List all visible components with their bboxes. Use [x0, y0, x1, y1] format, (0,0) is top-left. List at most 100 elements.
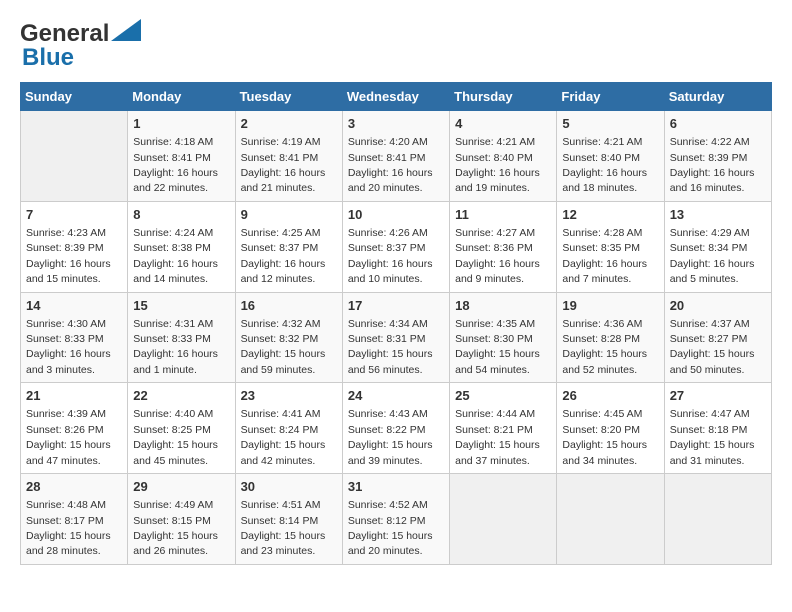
day-cell: 25 Sunrise: 4:44 AM Sunset: 8:21 PM Dayli…	[450, 383, 557, 474]
week-row-2: 7Sunrise: 4:23 AM Sunset: 8:39 PM Daylig…	[21, 201, 772, 292]
day-cell: 13 Sunrise: 4:29 AM Sunset: 8:34 PM Dayli…	[664, 201, 771, 292]
day-detail: Sunrise: 4:18 AM Sunset: 8:41 PM Dayligh…	[133, 136, 218, 194]
day-number: 28	[26, 478, 122, 496]
day-cell: 20 Sunrise: 4:37 AM Sunset: 8:27 PM Dayli…	[664, 292, 771, 383]
day-cell: 21 Sunrise: 4:39 AM Sunset: 8:26 PM Dayli…	[21, 383, 128, 474]
day-cell: 11 Sunrise: 4:27 AM Sunset: 8:36 PM Dayli…	[450, 201, 557, 292]
logo: General Blue	[20, 20, 141, 72]
day-detail: Sunrise: 4:30 AM Sunset: 8:33 PM Dayligh…	[26, 318, 111, 376]
day-cell: 14 Sunrise: 4:30 AM Sunset: 8:33 PM Dayli…	[21, 292, 128, 383]
day-detail: Sunrise: 4:27 AM Sunset: 8:36 PM Dayligh…	[455, 227, 540, 285]
day-detail: Sunrise: 4:19 AM Sunset: 8:41 PM Dayligh…	[241, 136, 326, 194]
day-cell: 10Sunrise: 4:26 AM Sunset: 8:37 PM Dayli…	[342, 201, 449, 292]
day-detail: Sunrise: 4:21 AM Sunset: 8:40 PM Dayligh…	[562, 136, 647, 194]
day-number: 16	[241, 297, 337, 315]
day-number: 29	[133, 478, 229, 496]
week-row-5: 28 Sunrise: 4:48 AM Sunset: 8:17 PM Dayli…	[21, 474, 772, 565]
day-cell	[21, 111, 128, 202]
day-number: 25	[455, 387, 551, 405]
day-cell: 16 Sunrise: 4:32 AM Sunset: 8:32 PM Dayli…	[235, 292, 342, 383]
day-cell: 28 Sunrise: 4:48 AM Sunset: 8:17 PM Dayli…	[21, 474, 128, 565]
day-detail: Sunrise: 4:36 AM Sunset: 8:28 PM Dayligh…	[562, 318, 647, 376]
day-number: 11	[455, 206, 551, 224]
day-cell: 22 Sunrise: 4:40 AM Sunset: 8:25 PM Dayli…	[128, 383, 235, 474]
day-number: 31	[348, 478, 444, 496]
day-number: 20	[670, 297, 766, 315]
week-row-1: 1 Sunrise: 4:18 AM Sunset: 8:41 PM Daylig…	[21, 111, 772, 202]
day-cell: 1 Sunrise: 4:18 AM Sunset: 8:41 PM Daylig…	[128, 111, 235, 202]
day-cell: 2 Sunrise: 4:19 AM Sunset: 8:41 PM Daylig…	[235, 111, 342, 202]
day-cell: 27 Sunrise: 4:47 AM Sunset: 8:18 PM Dayli…	[664, 383, 771, 474]
day-cell: 9 Sunrise: 4:25 AM Sunset: 8:37 PM Daylig…	[235, 201, 342, 292]
day-detail: Sunrise: 4:48 AM Sunset: 8:17 PM Dayligh…	[26, 499, 111, 557]
day-number: 8	[133, 206, 229, 224]
day-cell: 15Sunrise: 4:31 AM Sunset: 8:33 PM Dayli…	[128, 292, 235, 383]
day-cell	[664, 474, 771, 565]
day-number: 1	[133, 115, 229, 133]
day-detail: Sunrise: 4:28 AM Sunset: 8:35 PM Dayligh…	[562, 227, 647, 285]
day-detail: Sunrise: 4:37 AM Sunset: 8:27 PM Dayligh…	[670, 318, 755, 376]
header-row: SundayMondayTuesdayWednesdayThursdayFrid…	[21, 83, 772, 111]
day-detail: Sunrise: 4:20 AM Sunset: 8:41 PM Dayligh…	[348, 136, 433, 194]
day-cell: 17 Sunrise: 4:34 AM Sunset: 8:31 PM Dayli…	[342, 292, 449, 383]
day-cell: 24Sunrise: 4:43 AM Sunset: 8:22 PM Dayli…	[342, 383, 449, 474]
day-cell: 31 Sunrise: 4:52 AM Sunset: 8:12 PM Dayli…	[342, 474, 449, 565]
day-cell: 30Sunrise: 4:51 AM Sunset: 8:14 PM Dayli…	[235, 474, 342, 565]
day-number: 9	[241, 206, 337, 224]
day-detail: Sunrise: 4:29 AM Sunset: 8:34 PM Dayligh…	[670, 227, 755, 285]
logo-blue: Blue	[22, 44, 74, 72]
day-number: 14	[26, 297, 122, 315]
day-cell: 26 Sunrise: 4:45 AM Sunset: 8:20 PM Dayli…	[557, 383, 664, 474]
col-header-saturday: Saturday	[664, 83, 771, 111]
day-detail: Sunrise: 4:52 AM Sunset: 8:12 PM Dayligh…	[348, 499, 433, 557]
day-detail: Sunrise: 4:35 AM Sunset: 8:30 PM Dayligh…	[455, 318, 540, 376]
day-detail: Sunrise: 4:32 AM Sunset: 8:32 PM Dayligh…	[241, 318, 326, 376]
day-detail: Sunrise: 4:31 AM Sunset: 8:33 PM Dayligh…	[133, 318, 218, 376]
day-detail: Sunrise: 4:49 AM Sunset: 8:15 PM Dayligh…	[133, 499, 218, 557]
day-detail: Sunrise: 4:21 AM Sunset: 8:40 PM Dayligh…	[455, 136, 540, 194]
col-header-sunday: Sunday	[21, 83, 128, 111]
day-number: 23	[241, 387, 337, 405]
day-number: 17	[348, 297, 444, 315]
day-cell: 29 Sunrise: 4:49 AM Sunset: 8:15 PM Dayli…	[128, 474, 235, 565]
day-number: 21	[26, 387, 122, 405]
day-number: 26	[562, 387, 658, 405]
day-detail: Sunrise: 4:45 AM Sunset: 8:20 PM Dayligh…	[562, 408, 647, 466]
day-number: 19	[562, 297, 658, 315]
day-cell: 5 Sunrise: 4:21 AM Sunset: 8:40 PM Daylig…	[557, 111, 664, 202]
logo-icon	[111, 19, 141, 41]
col-header-friday: Friday	[557, 83, 664, 111]
day-cell: 23 Sunrise: 4:41 AM Sunset: 8:24 PM Dayli…	[235, 383, 342, 474]
week-row-3: 14 Sunrise: 4:30 AM Sunset: 8:33 PM Dayli…	[21, 292, 772, 383]
calendar-table: SundayMondayTuesdayWednesdayThursdayFrid…	[20, 82, 772, 565]
day-detail: Sunrise: 4:25 AM Sunset: 8:37 PM Dayligh…	[241, 227, 326, 285]
day-detail: Sunrise: 4:40 AM Sunset: 8:25 PM Dayligh…	[133, 408, 218, 466]
day-detail: Sunrise: 4:51 AM Sunset: 8:14 PM Dayligh…	[241, 499, 326, 557]
day-number: 18	[455, 297, 551, 315]
col-header-monday: Monday	[128, 83, 235, 111]
day-cell: 3 Sunrise: 4:20 AM Sunset: 8:41 PM Daylig…	[342, 111, 449, 202]
day-cell: 19 Sunrise: 4:36 AM Sunset: 8:28 PM Dayli…	[557, 292, 664, 383]
day-detail: Sunrise: 4:24 AM Sunset: 8:38 PM Dayligh…	[133, 227, 218, 285]
day-cell: 7Sunrise: 4:23 AM Sunset: 8:39 PM Daylig…	[21, 201, 128, 292]
day-number: 5	[562, 115, 658, 133]
day-number: 2	[241, 115, 337, 133]
day-cell: 6Sunrise: 4:22 AM Sunset: 8:39 PM Daylig…	[664, 111, 771, 202]
day-cell: 18 Sunrise: 4:35 AM Sunset: 8:30 PM Dayli…	[450, 292, 557, 383]
day-number: 27	[670, 387, 766, 405]
day-number: 12	[562, 206, 658, 224]
day-detail: Sunrise: 4:41 AM Sunset: 8:24 PM Dayligh…	[241, 408, 326, 466]
col-header-wednesday: Wednesday	[342, 83, 449, 111]
day-cell: 12 Sunrise: 4:28 AM Sunset: 8:35 PM Dayli…	[557, 201, 664, 292]
day-detail: Sunrise: 4:26 AM Sunset: 8:37 PM Dayligh…	[348, 227, 433, 285]
day-detail: Sunrise: 4:44 AM Sunset: 8:21 PM Dayligh…	[455, 408, 540, 466]
day-detail: Sunrise: 4:39 AM Sunset: 8:26 PM Dayligh…	[26, 408, 111, 466]
day-detail: Sunrise: 4:23 AM Sunset: 8:39 PM Dayligh…	[26, 227, 111, 285]
day-number: 4	[455, 115, 551, 133]
day-detail: Sunrise: 4:34 AM Sunset: 8:31 PM Dayligh…	[348, 318, 433, 376]
day-detail: Sunrise: 4:47 AM Sunset: 8:18 PM Dayligh…	[670, 408, 755, 466]
day-cell: 8 Sunrise: 4:24 AM Sunset: 8:38 PM Daylig…	[128, 201, 235, 292]
day-number: 13	[670, 206, 766, 224]
day-number: 22	[133, 387, 229, 405]
day-number: 3	[348, 115, 444, 133]
